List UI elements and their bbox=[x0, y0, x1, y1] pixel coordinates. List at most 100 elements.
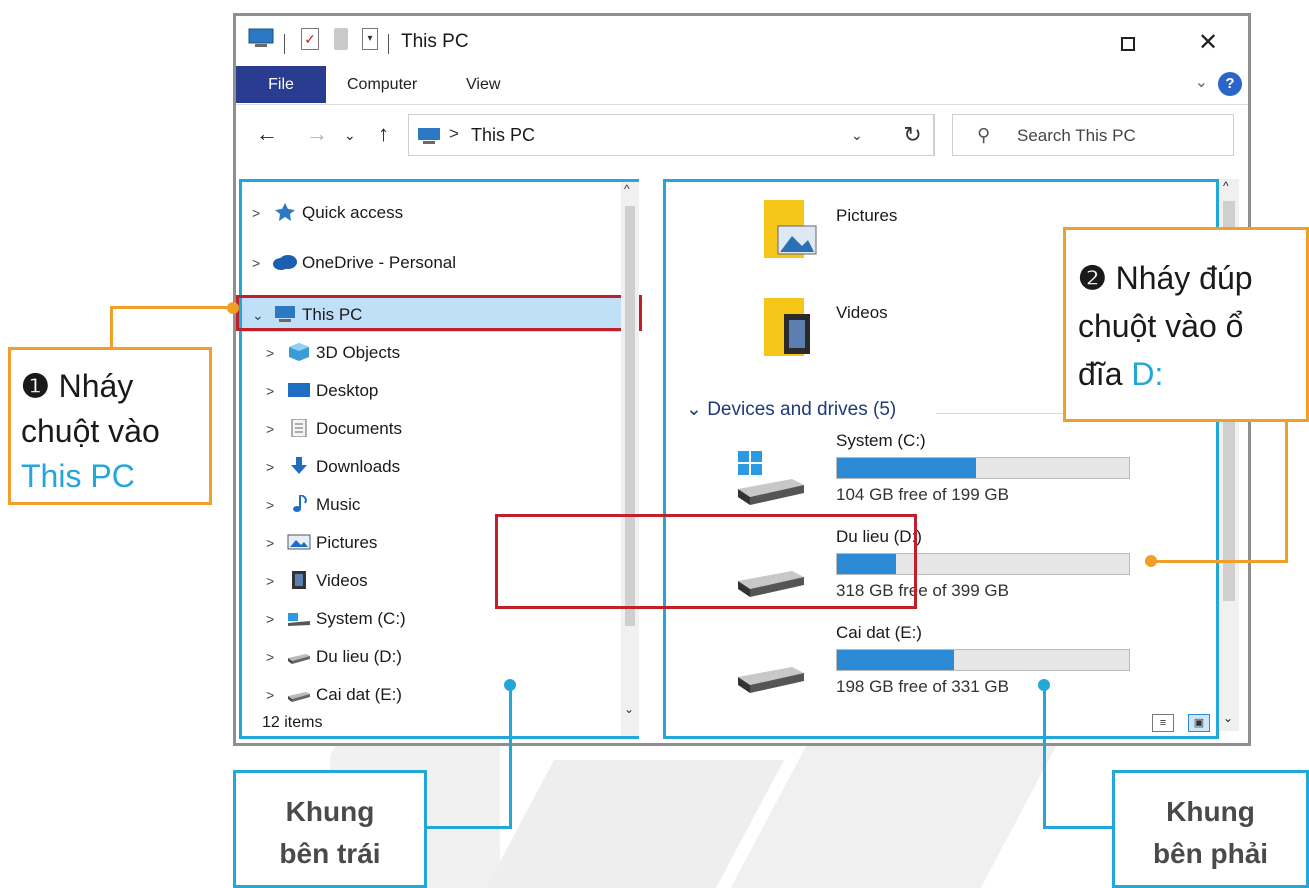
drive-usage-fill bbox=[837, 458, 977, 478]
close-button[interactable]: ✕ bbox=[1188, 26, 1228, 60]
expand-chevron-icon[interactable]: > bbox=[266, 564, 286, 598]
tree-item-downloads[interactable]: > Downloads bbox=[266, 450, 400, 484]
callout-line: chuột vào bbox=[21, 413, 160, 449]
details-view-icon[interactable]: ≡ bbox=[1152, 714, 1174, 732]
tree-item-desktop[interactable]: > Desktop bbox=[266, 374, 378, 408]
expand-ribbon-icon[interactable]: ⌄ bbox=[1195, 72, 1208, 92]
tab-file[interactable]: File bbox=[236, 66, 326, 103]
expand-chevron-icon[interactable]: > bbox=[266, 488, 286, 522]
title-bar: ✓ ▾ This PC ✕ bbox=[236, 16, 1248, 66]
tree-item-pictures[interactable]: > Pictures bbox=[266, 526, 377, 560]
expand-chevron-icon[interactable]: > bbox=[266, 450, 286, 484]
cloud-icon bbox=[273, 254, 297, 270]
expand-chevron-icon[interactable]: > bbox=[266, 374, 286, 408]
callout-anchor-dot bbox=[227, 302, 239, 314]
drive-d-highlight-box bbox=[495, 514, 917, 609]
star-icon bbox=[275, 202, 295, 221]
tree-label: Videos bbox=[316, 571, 368, 590]
cube-icon bbox=[289, 342, 309, 361]
callout-anchor-dot bbox=[1145, 555, 1157, 567]
folder-label-videos[interactable]: Videos bbox=[836, 303, 888, 323]
tree-item-cai-dat-e[interactable]: > Cai dat (E:) bbox=[266, 678, 402, 712]
music-note-icon bbox=[293, 494, 307, 512]
tree-label: Desktop bbox=[316, 381, 379, 400]
tree-item-du-lieu-d[interactable]: > Du lieu (D:) bbox=[266, 640, 402, 674]
qat-separator bbox=[284, 34, 285, 54]
breadcrumb-this-pc[interactable]: This PC bbox=[471, 125, 535, 146]
tab-computer[interactable]: Computer bbox=[347, 66, 417, 103]
new-folder-icon[interactable] bbox=[334, 28, 348, 50]
expand-chevron-icon[interactable]: > bbox=[252, 246, 272, 280]
tree-item-system-c[interactable]: > System (C:) bbox=[266, 602, 406, 636]
tab-view[interactable]: View bbox=[466, 66, 500, 103]
step-number-badge: ❷ bbox=[1078, 260, 1107, 296]
drive-usage-bar bbox=[836, 457, 1130, 479]
tree-label: Du lieu (D:) bbox=[316, 647, 402, 666]
tree-item-documents[interactable]: > Documents bbox=[266, 412, 402, 446]
expand-chevron-icon[interactable]: > bbox=[266, 602, 286, 636]
scroll-up-icon[interactable]: ^ bbox=[624, 182, 630, 196]
callout-connector bbox=[110, 306, 113, 348]
callout-connector bbox=[1152, 560, 1288, 563]
expand-chevron-icon[interactable]: > bbox=[266, 336, 286, 370]
recent-locations-button[interactable]: ⌄ bbox=[344, 127, 356, 144]
expand-chevron-icon[interactable]: > bbox=[266, 412, 286, 446]
qat-separator bbox=[388, 34, 389, 54]
group-heading-label: Devices and drives (5) bbox=[707, 399, 897, 420]
ribbon-tabs: File Computer View ⌄ ? bbox=[236, 66, 1248, 103]
videos-folder-icon[interactable] bbox=[762, 294, 818, 360]
system-drive-icon bbox=[288, 612, 310, 626]
tree-item-quick-access[interactable]: > Quick access bbox=[252, 196, 403, 230]
desktop-icon bbox=[288, 382, 310, 397]
pane-label-text: Khung bbox=[1166, 796, 1255, 827]
system-drive-icon bbox=[738, 451, 804, 505]
expand-chevron-icon[interactable]: > bbox=[252, 196, 272, 230]
tree-item-3d-objects[interactable]: >3D Objects bbox=[266, 336, 400, 370]
customize-qat-icon[interactable]: ▾ bbox=[362, 28, 378, 50]
maximize-button[interactable] bbox=[1108, 26, 1148, 60]
pane-anchor-dot bbox=[504, 679, 516, 691]
tree-label: System (C:) bbox=[316, 609, 406, 628]
refresh-button[interactable]: ↻ bbox=[891, 114, 935, 156]
callout-line: ❶ Nháy bbox=[21, 364, 199, 409]
folder-label-pictures[interactable]: Pictures bbox=[836, 206, 897, 226]
tree-item-videos[interactable]: > Videos bbox=[266, 564, 368, 598]
up-button[interactable]: ↑ bbox=[378, 121, 389, 147]
address-bar[interactable]: > This PC ⌄ bbox=[408, 114, 934, 156]
group-collapse-icon[interactable]: ⌄ bbox=[686, 399, 702, 420]
scroll-up-icon[interactable]: ^ bbox=[1223, 179, 1229, 193]
expand-chevron-icon[interactable]: > bbox=[266, 678, 286, 712]
tree-label: Cai dat (E:) bbox=[316, 685, 402, 704]
devices-drives-heading[interactable]: ⌄ Devices and drives (5) bbox=[686, 398, 896, 421]
drive-free-space: 104 GB free of 199 GB bbox=[836, 485, 1009, 504]
pane-label-text: Khung bbox=[285, 796, 375, 827]
scroll-down-icon[interactable]: ⌄ bbox=[624, 702, 634, 716]
callout-step-2: ❷ Nháy đúp chuột vào ổ đĩa D: bbox=[1063, 227, 1309, 422]
maximize-icon bbox=[1121, 37, 1135, 52]
callout-line: chuột vào ổ bbox=[1078, 308, 1244, 344]
drive-cai-dat-e[interactable]: Cai dat (E:) 198 GB free of 331 GB bbox=[736, 623, 1156, 707]
large-icons-view-icon[interactable]: ▣ bbox=[1188, 714, 1210, 732]
drive-system-c[interactable]: System (C:) 104 GB free of 199 GB bbox=[736, 431, 1156, 515]
tree-item-onedrive[interactable]: > OneDrive - Personal bbox=[252, 246, 456, 280]
pictures-folder-icon[interactable] bbox=[762, 196, 818, 262]
drive-free-space: 198 GB free of 331 GB bbox=[836, 677, 1009, 696]
tree-item-music[interactable]: > Music bbox=[266, 488, 360, 522]
pane-label-connector bbox=[509, 686, 512, 828]
search-input[interactable]: ⚲ Search This PC bbox=[952, 114, 1234, 156]
expand-chevron-icon[interactable]: > bbox=[266, 526, 286, 560]
expand-chevron-icon[interactable]: > bbox=[266, 640, 286, 674]
navigation-pane-scrollbar[interactable]: ^ ⌄ bbox=[621, 182, 639, 736]
pane-label-text: bên trái bbox=[279, 838, 381, 869]
scroll-down-icon[interactable]: ⌄ bbox=[1223, 711, 1233, 725]
properties-icon[interactable]: ✓ bbox=[301, 28, 319, 50]
this-pc-icon bbox=[418, 128, 440, 144]
callout-step-1: ❶ Nháy chuột vào This PC bbox=[8, 347, 212, 505]
back-button[interactable]: ← bbox=[256, 121, 278, 147]
help-icon[interactable]: ? bbox=[1218, 72, 1242, 96]
document-icon bbox=[291, 418, 307, 437]
address-dropdown-icon[interactable]: ⌄ bbox=[851, 127, 863, 144]
watermark-shape bbox=[485, 760, 785, 888]
tree-label: Documents bbox=[316, 419, 402, 438]
forward-button[interactable]: → bbox=[306, 121, 328, 147]
